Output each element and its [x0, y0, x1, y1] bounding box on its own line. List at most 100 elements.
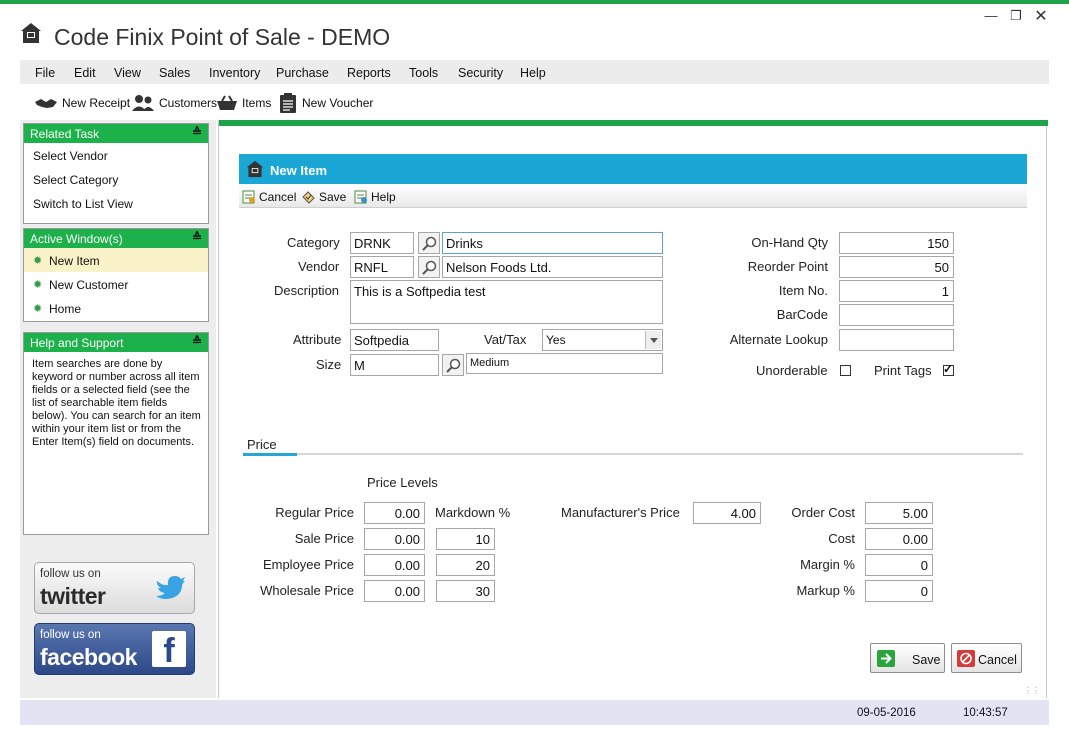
- vendor-lookup-button[interactable]: [418, 256, 440, 278]
- task-select-category[interactable]: Select Category: [24, 167, 208, 191]
- new-receipt-button[interactable]: New Receipt: [34, 92, 130, 114]
- arrow-right-icon: [877, 650, 895, 667]
- print-tags-checkbox[interactable]: ✓: [943, 362, 954, 376]
- wholesale-price-label: Wholesale Price: [260, 583, 354, 598]
- help-support-header[interactable]: Help and Support ≙: [24, 333, 208, 352]
- on-hand-qty-label: On-Hand Qty: [751, 235, 828, 250]
- vendor-name-field[interactable]: Nelson Foods Ltd.: [442, 256, 663, 278]
- items-button[interactable]: Items: [216, 92, 271, 114]
- size-code-field[interactable]: M: [350, 354, 439, 376]
- sale-markdown-field[interactable]: 10: [436, 528, 495, 550]
- chevron-collapse-icon[interactable]: ≙: [192, 230, 202, 244]
- menu-reports[interactable]: Reports: [347, 66, 391, 80]
- form-header: New Item: [239, 154, 1027, 184]
- size-lookup-button[interactable]: [442, 354, 464, 376]
- twitter-follow-button[interactable]: follow us on twitter: [34, 562, 195, 614]
- employee-price-label: Employee Price: [262, 557, 354, 572]
- save-button[interactable]: Save: [870, 643, 945, 673]
- handshake-icon: [35, 99, 57, 108]
- reorder-point-field[interactable]: 50: [839, 256, 954, 278]
- task-switch-list-view[interactable]: Switch to List View: [24, 191, 208, 215]
- task-select-vendor[interactable]: Select Vendor: [24, 143, 208, 167]
- vat-tax-select[interactable]: Yes: [542, 329, 663, 351]
- margin-field[interactable]: 0: [865, 554, 933, 576]
- regular-price-label: Regular Price: [275, 505, 354, 520]
- customers-button[interactable]: Customers: [131, 92, 217, 114]
- form-save-button[interactable]: Save: [301, 190, 346, 204]
- barcode-label: BarCode: [776, 307, 828, 322]
- status-date: 09-05-2016: [857, 707, 916, 719]
- dropdown-arrow-icon[interactable]: [645, 331, 661, 349]
- chevron-collapse-icon[interactable]: ≙: [192, 125, 202, 139]
- category-lookup-button[interactable]: [418, 232, 440, 254]
- customers-label: Customers: [159, 96, 218, 110]
- order-cost-field[interactable]: 5.00: [865, 502, 933, 524]
- barcode-field[interactable]: [839, 304, 954, 326]
- attribute-field[interactable]: Softpedia: [350, 329, 439, 351]
- manufacturer-price-field[interactable]: 4.00: [693, 502, 761, 524]
- menu-help[interactable]: Help: [520, 66, 546, 80]
- twitter-bird-icon: [156, 576, 185, 599]
- menu-file[interactable]: File: [35, 66, 55, 80]
- related-task-header[interactable]: Related Task ≙: [24, 124, 208, 143]
- on-hand-qty-field[interactable]: 150: [839, 232, 954, 254]
- resize-grip-icon[interactable]: ⋮⋮: [1024, 686, 1040, 695]
- app-house-icon: [20, 22, 42, 44]
- menu-inventory[interactable]: Inventory: [209, 66, 260, 80]
- active-window-home[interactable]: ✹ Home: [24, 296, 208, 320]
- status-time: 10:43:57: [963, 707, 1008, 719]
- active-window-new-item[interactable]: ✹ New Item: [24, 248, 208, 272]
- new-voucher-button[interactable]: New Voucher: [278, 92, 373, 114]
- menu-security[interactable]: Security: [458, 66, 503, 80]
- margin-label: Margin %: [800, 557, 855, 572]
- form-cancel-button[interactable]: Cancel: [242, 190, 296, 204]
- sale-price-field[interactable]: 0.00: [364, 528, 425, 550]
- cost-field[interactable]: 0.00: [865, 528, 933, 550]
- size-name-field[interactable]: Medium: [466, 353, 663, 374]
- menu-sales[interactable]: Sales: [159, 66, 190, 80]
- help-support-panel: Help and Support ≙ Item searches are don…: [23, 332, 209, 535]
- category-name-field[interactable]: Drinks: [442, 232, 663, 254]
- employee-price-field[interactable]: 0.00: [364, 554, 425, 576]
- print-tags-label: Print Tags: [874, 363, 932, 378]
- wholesale-markdown-field[interactable]: 30: [436, 580, 495, 602]
- menu-view[interactable]: View: [114, 66, 141, 80]
- markup-label: Markup %: [796, 583, 855, 598]
- facebook-follow-button[interactable]: follow us on facebook f: [34, 623, 195, 675]
- menu-tools[interactable]: Tools: [409, 66, 438, 80]
- markup-field[interactable]: 0: [865, 580, 933, 602]
- checkmark-icon: ✓: [943, 362, 954, 376]
- menu-bar: File Edit View Sales Inventory Purchase …: [20, 60, 1049, 84]
- chevron-collapse-icon[interactable]: ≙: [192, 334, 202, 348]
- close-icon[interactable]: ✕: [1034, 6, 1048, 26]
- menu-purchase[interactable]: Purchase: [276, 66, 329, 80]
- form-help-button[interactable]: Help: [354, 190, 396, 204]
- save-icon: [302, 191, 315, 204]
- items-label: Items: [242, 96, 272, 110]
- tab-divider: [243, 453, 1023, 455]
- employee-markdown-field[interactable]: 20: [436, 554, 495, 576]
- unorderable-checkbox[interactable]: [840, 365, 851, 376]
- sidebar: Related Task ≙ Select Vendor Select Cate…: [20, 120, 216, 698]
- regular-price-field[interactable]: 0.00: [364, 502, 425, 524]
- tab-price[interactable]: Price: [247, 437, 277, 452]
- restore-icon[interactable]: ❐: [1009, 8, 1023, 24]
- people-icon: [132, 95, 154, 111]
- wholesale-price-field[interactable]: 0.00: [364, 580, 425, 602]
- related-task-panel: Related Task ≙ Select Vendor Select Cate…: [23, 123, 209, 224]
- magnifier-icon: [422, 260, 437, 275]
- cancel-button[interactable]: Cancel: [951, 643, 1022, 673]
- active-windows-header[interactable]: Active Window(s) ≙: [24, 229, 208, 248]
- item-no-field[interactable]: 1: [839, 280, 954, 302]
- status-bar: 09-05-2016 10:43:57: [20, 700, 1049, 725]
- minimize-icon[interactable]: —: [984, 8, 998, 23]
- category-code-field[interactable]: DRNK: [350, 232, 414, 254]
- new-receipt-label: New Receipt: [62, 96, 131, 110]
- description-field[interactable]: This is a Softpedia test: [350, 280, 663, 324]
- menu-edit[interactable]: Edit: [74, 66, 96, 80]
- order-cost-label: Order Cost: [791, 505, 855, 520]
- vendor-code-field[interactable]: RNFL: [350, 256, 414, 278]
- form-toolbar: Cancel Save Help: [239, 184, 1027, 208]
- alternate-lookup-field[interactable]: [839, 329, 954, 351]
- active-window-new-customer[interactable]: ✹ New Customer: [24, 272, 208, 296]
